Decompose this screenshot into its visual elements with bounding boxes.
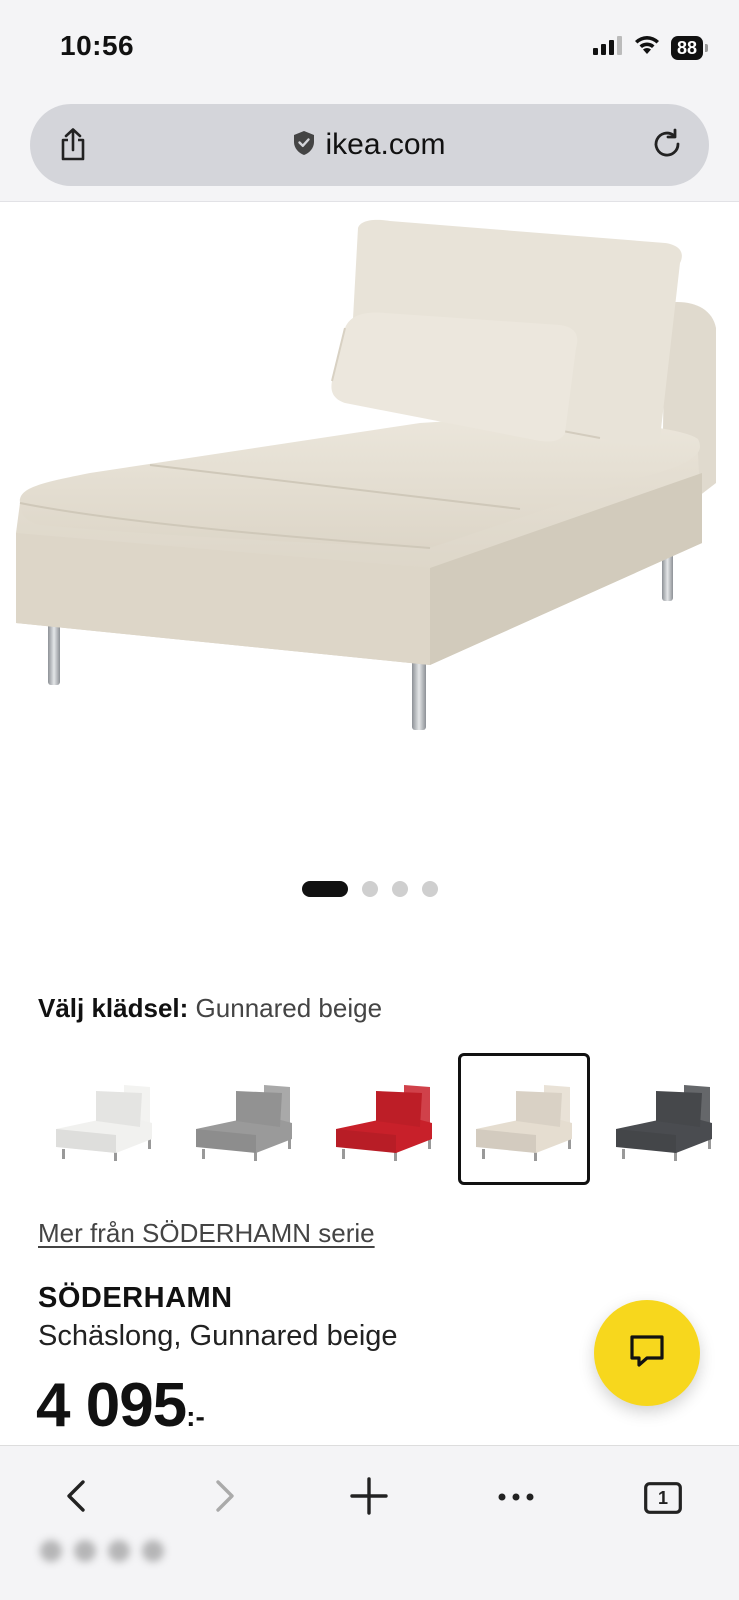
new-tab-icon	[350, 1476, 388, 1520]
swatch-option-selected[interactable]	[458, 1053, 590, 1185]
upholstery-selected-value: Gunnared beige	[195, 993, 383, 1023]
swatch-option[interactable]	[38, 1053, 170, 1185]
blurred-rating	[40, 1540, 164, 1562]
carousel-dots[interactable]	[0, 881, 739, 897]
swatch-option[interactable]	[318, 1053, 450, 1185]
more-button[interactable]	[486, 1468, 546, 1528]
price-amount: 4 095	[36, 1371, 187, 1440]
product-price: 4 095:-	[36, 1370, 205, 1441]
forward-button[interactable]	[195, 1468, 255, 1528]
product-name: SÖDERHAMN	[38, 1282, 233, 1314]
status-icons: 88	[592, 34, 709, 61]
carousel-dot[interactable]	[391, 881, 408, 897]
swatch-chaise-thumbnail	[476, 1085, 572, 1161]
browser-toolbar: 1	[0, 1445, 739, 1600]
swatch-option[interactable]	[598, 1053, 730, 1185]
url-center: ikea.com	[30, 128, 709, 162]
wifi-icon	[633, 34, 661, 61]
price-suffix: :-	[186, 1401, 205, 1432]
carousel-dot[interactable]	[361, 881, 378, 897]
upholstery-swatches	[38, 1053, 730, 1185]
tabs-icon: 1	[644, 1482, 682, 1514]
swatch-chaise-thumbnail	[196, 1085, 292, 1161]
chat-icon	[627, 1331, 667, 1376]
status-bar: 10:56 88	[0, 0, 739, 96]
swatch-chaise-thumbnail	[336, 1085, 432, 1161]
product-description: Schäslong, Gunnared beige	[38, 1320, 398, 1352]
url-bar[interactable]: ikea.com	[30, 104, 709, 186]
star-icon	[40, 1540, 62, 1562]
tabs-button[interactable]: 1	[633, 1468, 693, 1528]
upholstery-label: Välj klädsel: Gunnared beige	[38, 993, 382, 1024]
back-button[interactable]	[46, 1468, 106, 1528]
star-icon	[108, 1540, 130, 1562]
browser-url-area: ikea.com	[0, 96, 739, 202]
lock-shield-icon	[293, 130, 315, 161]
carousel-dot[interactable]	[421, 881, 438, 897]
series-link[interactable]: Mer från SÖDERHAMN serie	[38, 1218, 375, 1249]
status-time: 10:56	[60, 30, 135, 61]
more-icon	[498, 1489, 534, 1507]
carousel-dot[interactable]	[301, 881, 348, 897]
chaise-longue-image	[16, 219, 716, 730]
forward-icon	[214, 1479, 236, 1518]
signal-icon	[592, 35, 623, 60]
upholstery-label-title: Välj klädsel:	[38, 993, 189, 1023]
star-icon	[142, 1540, 164, 1562]
product-image[interactable]	[0, 203, 739, 843]
battery-indicator: 88	[670, 35, 709, 60]
url-text[interactable]: ikea.com	[325, 128, 445, 162]
swatch-option[interactable]	[178, 1053, 310, 1185]
swatch-chaise-thumbnail	[56, 1085, 152, 1161]
back-icon	[65, 1479, 87, 1518]
new-tab-button[interactable]	[339, 1468, 399, 1528]
tabs-count: 1	[657, 1488, 668, 1508]
swatch-chaise-thumbnail	[616, 1085, 712, 1161]
reload-icon[interactable]	[651, 128, 683, 165]
chat-button[interactable]	[594, 1300, 700, 1406]
star-icon	[74, 1540, 96, 1562]
